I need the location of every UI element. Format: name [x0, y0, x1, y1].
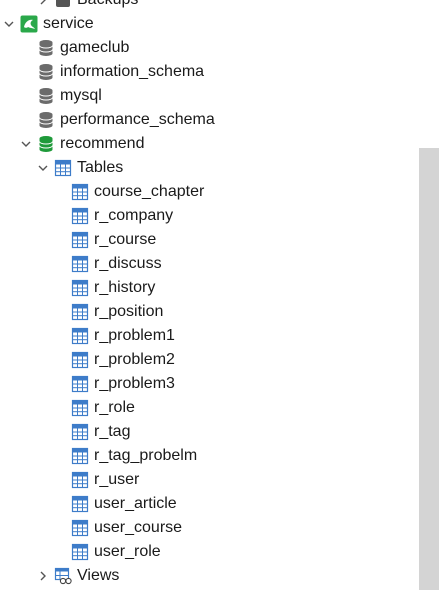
tree-node-r-role[interactable]: r_role: [0, 396, 419, 420]
table-icon: [71, 447, 89, 465]
tree-node-user-course[interactable]: user_course: [0, 516, 419, 540]
tree-node-label: r_course: [94, 231, 157, 248]
table-icon: [71, 207, 89, 225]
chevron-down-icon[interactable]: [36, 161, 50, 175]
table-icon: [71, 303, 89, 321]
database-active-icon: [37, 135, 55, 153]
tree-node-label: user_course: [94, 519, 183, 536]
table-icon: [71, 543, 89, 561]
table-icon: [71, 471, 89, 489]
tree-node-gameclub[interactable]: gameclub: [0, 36, 419, 60]
tree-node-label: Tables: [77, 159, 124, 176]
object-tree: Backups service gameclub information_schema…: [0, 0, 419, 590]
tree-node-information-schema[interactable]: information_schema: [0, 60, 419, 84]
tree-node-label: user_article: [94, 495, 177, 512]
tree-node-r-tag[interactable]: r_tag: [0, 420, 419, 444]
tree-node-r-history[interactable]: r_history: [0, 276, 419, 300]
tree-node-label: r_position: [94, 303, 164, 320]
tree-node-user-role[interactable]: user_role: [0, 540, 419, 564]
tree-node-label: r_company: [94, 207, 174, 224]
tree-node-r-user[interactable]: r_user: [0, 468, 419, 492]
tree-node-tables[interactable]: Tables: [0, 156, 419, 180]
tree-node-label: r_problem1: [94, 327, 175, 344]
tree-node-label: performance_schema: [60, 111, 215, 128]
tree-node-r-tag-probelm[interactable]: r_tag_probelm: [0, 444, 419, 468]
tree-node-label: r_history: [94, 279, 156, 296]
tree-node-r-problem2[interactable]: r_problem2: [0, 348, 419, 372]
tree-node-label: r_problem3: [94, 375, 175, 392]
table-icon: [71, 399, 89, 417]
tree-node-r-problem1[interactable]: r_problem1: [0, 324, 419, 348]
tree-node-label: r_tag_probelm: [94, 447, 198, 464]
views-folder-icon: [54, 567, 72, 585]
table-icon: [71, 519, 89, 537]
tree-node-recommend[interactable]: recommend: [0, 132, 419, 156]
tree-node-label: r_user: [94, 471, 140, 488]
tree-node-label: mysql: [60, 87, 102, 104]
chevron-right-icon[interactable]: [36, 569, 50, 583]
vertical-scrollbar-thumb[interactable]: [419, 148, 439, 590]
table-icon: [71, 351, 89, 369]
tables-folder-icon: [54, 159, 72, 177]
tree-node-user-article[interactable]: user_article: [0, 492, 419, 516]
tree-node-service[interactable]: service: [0, 12, 419, 36]
tree-node-course-chapter[interactable]: course_chapter: [0, 180, 419, 204]
table-icon: [71, 495, 89, 513]
database-icon: [37, 111, 55, 129]
table-icon: [71, 375, 89, 393]
chevron-right-icon[interactable]: [36, 0, 50, 7]
tree-node-r-discuss[interactable]: r_discuss: [0, 252, 419, 276]
mysql-dolphin-icon: [20, 15, 38, 33]
table-icon: [71, 231, 89, 249]
tree-node-r-problem3[interactable]: r_problem3: [0, 372, 419, 396]
tree-node-performance-schema[interactable]: performance_schema: [0, 108, 419, 132]
backup-icon: [54, 0, 72, 9]
chevron-down-icon[interactable]: [2, 17, 16, 31]
tree-node-label: Backups: [77, 0, 138, 10]
tree-node-r-position[interactable]: r_position: [0, 300, 419, 324]
chevron-down-icon[interactable]: [19, 137, 33, 151]
tree-node-label: service: [43, 15, 94, 32]
tree-node-label: user_role: [94, 543, 161, 560]
tree-node-label: r_problem2: [94, 351, 175, 368]
tree-node-label: information_schema: [60, 63, 205, 80]
tree-node-views[interactable]: Views: [0, 564, 419, 588]
tree-node-label: r_tag: [94, 423, 131, 440]
tree-node-label: r_role: [94, 399, 135, 416]
tree-node-label: course_chapter: [94, 183, 205, 200]
table-icon: [71, 327, 89, 345]
tree-node-label: recommend: [60, 135, 145, 152]
tree-node-label: Views: [77, 567, 120, 584]
table-icon: [71, 183, 89, 201]
table-icon: [71, 279, 89, 297]
database-icon: [37, 39, 55, 57]
database-icon: [37, 87, 55, 105]
table-icon: [71, 255, 89, 273]
tree-node-backups[interactable]: Backups: [0, 0, 419, 12]
tree-node-r-course[interactable]: r_course: [0, 228, 419, 252]
table-icon: [71, 423, 89, 441]
tree-node-label: r_discuss: [94, 255, 162, 272]
tree-node-label: gameclub: [60, 39, 130, 56]
tree-node-mysql[interactable]: mysql: [0, 84, 419, 108]
database-icon: [37, 63, 55, 81]
tree-node-r-company[interactable]: r_company: [0, 204, 419, 228]
